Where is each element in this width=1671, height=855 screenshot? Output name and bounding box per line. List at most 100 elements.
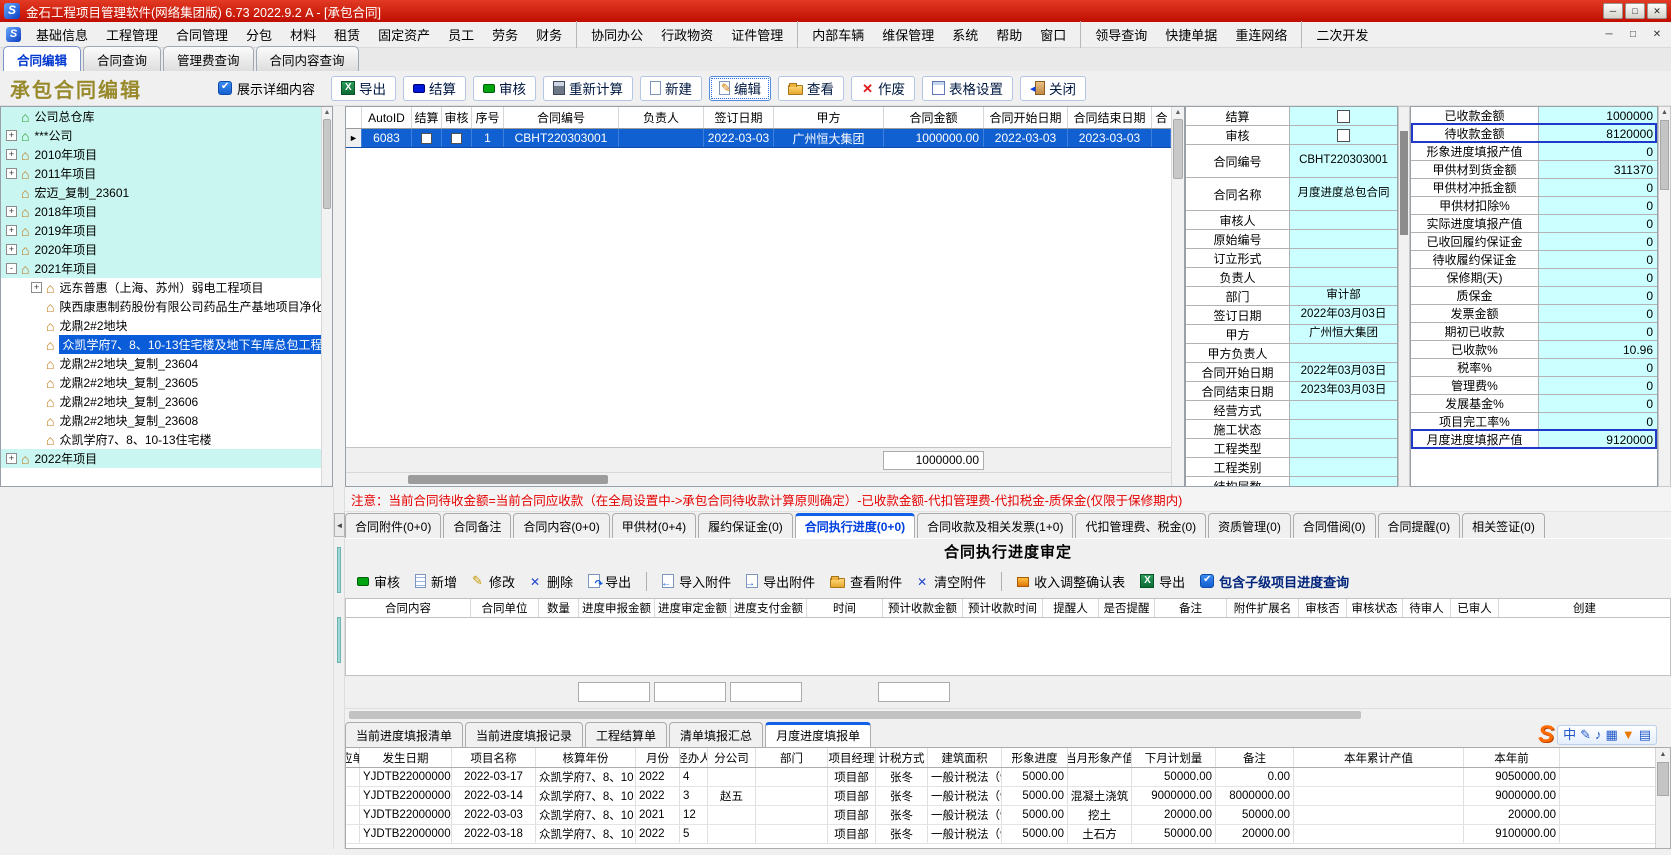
finance-field-value[interactable]: 0 (1539, 179, 1657, 196)
tree-expand-toggle[interactable]: + (6, 168, 17, 179)
menu-item[interactable]: 合同管理 (167, 21, 237, 48)
ime-keyboard-icon[interactable]: ▦ (1606, 727, 1618, 743)
menu-item[interactable]: 租赁 (325, 21, 369, 48)
toolbar-button[interactable]: 审核 (473, 76, 536, 101)
column-header[interactable]: 对应单据 (346, 748, 360, 767)
collapse-left-icon[interactable]: ◄ (334, 513, 345, 537)
column-header[interactable]: 项目名称 (452, 748, 536, 767)
tree-item[interactable]: 龙鼎2#2地块_复制_23606 (1, 392, 321, 411)
toolbar-button[interactable]: 查看 (778, 76, 844, 101)
progress-toolbar-button[interactable]: 收入调整确认表 (1001, 572, 1125, 591)
sub-tab[interactable]: 合同提醒(0) (1378, 513, 1461, 538)
bottom-tab[interactable]: 月度进度填报单 (765, 722, 871, 747)
toolbar-button[interactable]: 编辑 (709, 76, 771, 101)
table-row[interactable]: YJDTB22000000 2022-03-14 众凯学府7、8、10 2022… (346, 787, 1655, 806)
finance-field-value[interactable]: 0 (1539, 359, 1657, 376)
column-header[interactable]: 分公司 (708, 748, 756, 767)
menu-item[interactable]: 二次开发 (1307, 21, 1377, 48)
ime-skin-icon[interactable]: ▼ (1622, 727, 1635, 743)
column-header[interactable]: 审核 (442, 107, 472, 128)
menu-item[interactable]: 重连网络 (1226, 21, 1302, 48)
column-header[interactable]: 预计收款时间 (963, 599, 1043, 617)
column-header[interactable]: 月份 (636, 748, 680, 767)
restore-button[interactable]: □ (1625, 3, 1645, 19)
column-header[interactable]: 合同金额 (884, 107, 984, 128)
column-header[interactable]: 是否提醒 (1099, 599, 1155, 617)
tree-expand-toggle[interactable]: + (6, 149, 17, 160)
column-header[interactable]: 进度申报金额 (579, 599, 655, 617)
detail-field-value[interactable]: 2022年03月03日 (1290, 363, 1397, 381)
column-header[interactable]: 形象进度 (1002, 748, 1068, 767)
tree-expand-toggle[interactable]: + (6, 244, 17, 255)
finance-field-value[interactable]: 0 (1539, 377, 1657, 394)
scroll-thumb[interactable] (1173, 119, 1183, 179)
progress-toolbar-button[interactable]: 清空附件 (917, 572, 986, 591)
detail-scrollbar[interactable] (1398, 106, 1410, 487)
document-tab[interactable]: 管理费查询 (163, 46, 254, 71)
tree-expand-toggle[interactable]: + (6, 453, 17, 464)
toolbar-button[interactable]: 重新计算 (543, 76, 633, 101)
tree-scrollbar[interactable]: ▲ (321, 107, 332, 486)
column-header[interactable]: 审核状态 (1347, 599, 1403, 617)
column-header[interactable]: 部门 (756, 748, 828, 767)
finance-field-value[interactable]: 0 (1539, 197, 1657, 214)
column-header[interactable]: 待审人 (1403, 599, 1451, 617)
column-header[interactable]: 签订日期 (704, 107, 774, 128)
detail-field-value[interactable]: 审计部 (1290, 287, 1397, 305)
tree-item[interactable]: + 2018年项目 (1, 202, 321, 221)
sub-tab[interactable]: 合同执行进度(0+0) (795, 513, 915, 538)
mdi-restore-button[interactable]: □ (1625, 29, 1641, 40)
tree-item[interactable]: + 2022年项目 (1, 449, 321, 468)
sub-tab[interactable]: 相关签证(0) (1462, 513, 1545, 538)
ime-mic-icon[interactable]: ♪ (1595, 727, 1602, 743)
audit-checkbox[interactable] (451, 133, 462, 144)
tree-item[interactable]: 龙鼎2#2地块_复制_23605 (1, 373, 321, 392)
menu-item[interactable]: 内部车辆 (803, 21, 873, 48)
column-header[interactable]: 下月计划量 (1132, 748, 1216, 767)
tree-item[interactable]: 龙鼎2#2地块_复制_23608 (1, 411, 321, 430)
scroll-thumb[interactable] (1657, 762, 1669, 796)
document-tab[interactable]: 合同编辑 (3, 46, 81, 71)
column-header[interactable]: 合同内容 (346, 599, 471, 617)
column-header[interactable]: 备注 (1155, 599, 1227, 617)
column-header[interactable]: 进度支付金额 (731, 599, 807, 617)
bottom-tab[interactable]: 工程结算单 (585, 722, 667, 747)
vertical-splitter[interactable]: ◄ (333, 487, 345, 849)
finance-field-value[interactable]: 0 (1539, 413, 1657, 430)
column-header[interactable]: 预计收款金额 (883, 599, 963, 617)
detail-field-value[interactable]: CBHT220303001 (1290, 145, 1397, 177)
finance-field-value[interactable]: 0 (1539, 251, 1657, 268)
detail-field-value[interactable]: 2023年03月03日 (1290, 382, 1397, 400)
monthly-table-vscrollbar[interactable]: ▲ (1655, 748, 1670, 848)
column-header[interactable]: 计税方式 (876, 748, 928, 767)
tree-item[interactable]: 陕西康惠制药股份有限公司药品生产基地项目净化安 (1, 297, 321, 316)
menu-item[interactable]: 材料 (281, 21, 325, 48)
sub-tab[interactable]: 合同备注 (443, 513, 511, 538)
detail-field-value[interactable] (1290, 439, 1397, 457)
progress-toolbar-button[interactable]: 审核 (357, 572, 400, 591)
column-header[interactable]: 经办人 (680, 748, 708, 767)
minimize-button[interactable]: ─ (1603, 3, 1623, 19)
contract-row[interactable]: 6083 1 CBHT220303001 2022-03-03 广州恒大集团 1… (346, 129, 1171, 148)
progress-toolbar-button[interactable]: 导出 (1140, 572, 1185, 591)
finance-field-value[interactable]: 0 (1539, 287, 1657, 304)
progress-toolbar-button[interactable]: 导入附件 (646, 572, 731, 591)
scroll-thumb[interactable] (349, 711, 1361, 719)
scroll-thumb[interactable] (408, 475, 608, 484)
bottom-tab[interactable]: 当前进度填报记录 (465, 722, 583, 747)
column-header[interactable]: 数量 (539, 599, 579, 617)
toolbar-button[interactable]: 新建 (640, 76, 702, 101)
menu-item[interactable]: 分包 (237, 21, 281, 48)
toolbar-button[interactable]: 导出 (331, 76, 396, 101)
column-header[interactable]: 建筑面积 (928, 748, 1002, 767)
progress-toolbar-button[interactable]: 查看附件 (830, 572, 902, 591)
menu-item[interactable]: 证件管理 (722, 21, 798, 48)
mdi-close-button[interactable]: ✕ (1649, 29, 1665, 40)
detail-field-value[interactable]: 广州恒大集团 (1290, 325, 1397, 343)
finance-field-value[interactable]: 0 (1539, 305, 1657, 322)
document-tab[interactable]: 合同内容查询 (256, 46, 359, 71)
toolbar-button[interactable]: 表格设置 (922, 76, 1013, 101)
column-header[interactable]: 审核否 (1299, 599, 1347, 617)
tree-expand-toggle[interactable]: + (6, 225, 17, 236)
column-header[interactable]: 已审人 (1451, 599, 1499, 617)
